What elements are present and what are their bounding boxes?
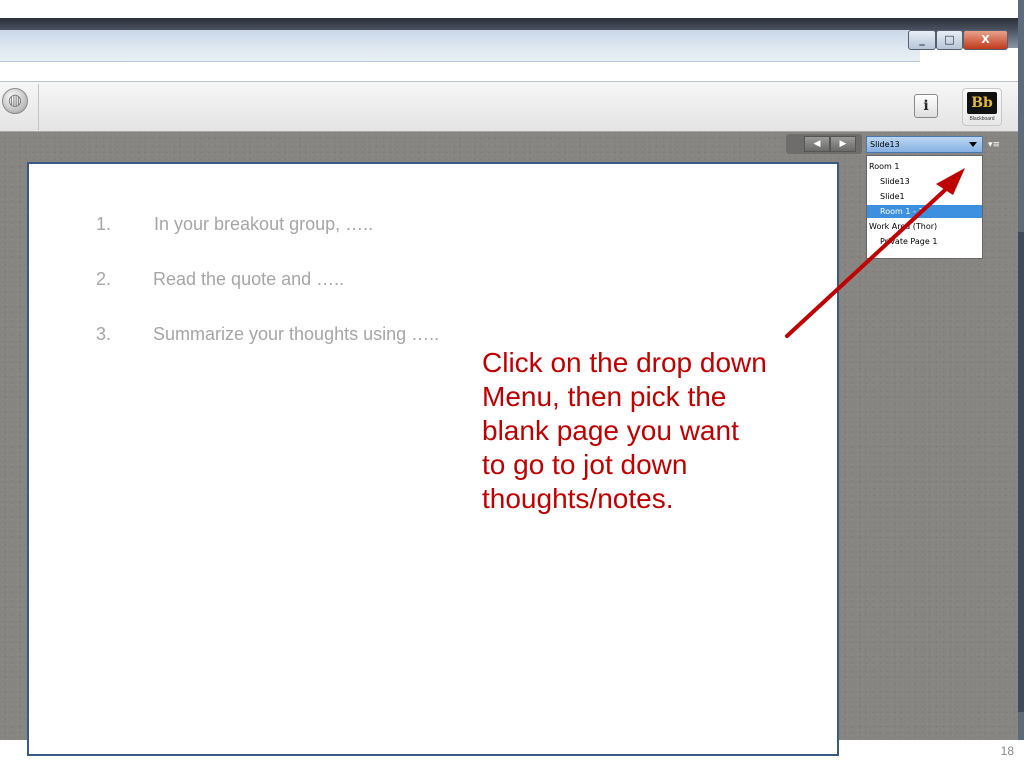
globe-icon[interactable]: ◍ [2, 88, 28, 114]
window-titlebar [0, 0, 1024, 62]
step-number: 3. [96, 324, 112, 344]
callout-line: to go to jot down [482, 449, 688, 480]
minimize-button[interactable]: _ [908, 30, 936, 50]
blackboard-logo-mark: Bb [967, 92, 997, 114]
scrollbar-thumb[interactable] [1018, 232, 1024, 712]
callout-line: Click on the drop down [482, 347, 767, 378]
address-strip [0, 62, 1018, 82]
toolbar-divider [38, 84, 39, 130]
step-text: Summarize your thoughts using ….. [153, 324, 440, 344]
instruction-callout: Click on the drop down Menu, then pick t… [482, 346, 822, 516]
blackboard-logo-text: Blackboard [969, 116, 995, 122]
callout-line: thoughts/notes. [482, 483, 674, 514]
page-selector-dropdown[interactable]: Slide13 [866, 136, 983, 153]
page-number: 18 [1000, 744, 1014, 758]
dropdown-item[interactable]: Private Page 1 [867, 235, 982, 248]
collaborate-toolbar [0, 82, 1018, 132]
dropdown-item[interactable]: Room 1 - 1 [867, 205, 982, 218]
close-button[interactable]: X [963, 30, 1008, 50]
dropdown-item[interactable]: Room 1 [867, 160, 982, 173]
step-number: 1. [96, 214, 112, 234]
step-number: 2. [96, 269, 112, 289]
chevron-down-icon[interactable] [969, 142, 977, 147]
titlebar-glass-band [0, 30, 920, 62]
dropdown-item[interactable]: Slide13 [867, 175, 982, 188]
page-menu-icon[interactable]: ▾≡ [988, 139, 1006, 151]
previous-page-button[interactable]: ◀ [804, 136, 830, 152]
page-selector-value: Slide13 [870, 140, 900, 149]
callout-line: blank page you want [482, 415, 739, 446]
blackboard-logo: Bb Blackboard [962, 88, 1002, 126]
callout-line: Menu, then pick the [482, 381, 727, 412]
info-button[interactable]: i [914, 94, 938, 118]
step-text: Read the quote and ….. [153, 269, 345, 289]
screen: _ □ X ◍ i Bb Blackboard ◀ ▶ Slide13 ▾≡ R… [0, 0, 1024, 768]
step-text: In your breakout group, ….. [154, 214, 374, 234]
dropdown-item[interactable]: Work Area (Thor) [867, 220, 982, 233]
dropdown-item[interactable]: Slide1 [867, 190, 982, 203]
maximize-button[interactable]: □ [936, 30, 963, 50]
next-page-button[interactable]: ▶ [830, 136, 856, 152]
page-dropdown-list: Room 1 Slide13 Slide1 Room 1 - 1 Work Area (… [866, 155, 983, 259]
